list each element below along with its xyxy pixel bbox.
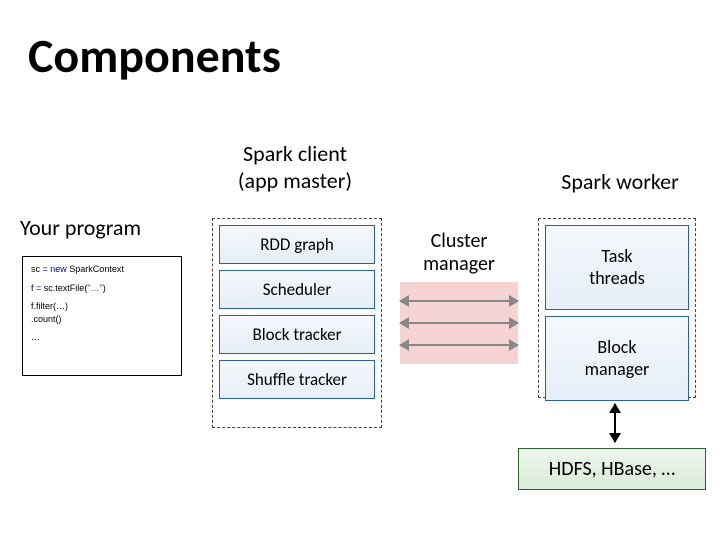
code-line-1: sc = new SparkContext [31,263,173,276]
box-storage: HDFS, HBase, … [518,448,706,490]
slide-title: Components [28,26,281,85]
box-block-tracker: Block tracker [219,315,375,354]
arrow-cluster-1 [400,300,518,302]
code-sample-box: sc = new SparkContext f = sc.textFile("…… [22,256,182,376]
label-spark-client: Spark client(app master) [210,140,380,194]
code-line-4: .count() [31,313,173,326]
arrow-cluster-2 [400,322,518,324]
box-rdd-graph: RDD graph [219,225,375,264]
box-scheduler: Scheduler [219,270,375,309]
code-line-5: … [31,331,173,344]
label-spark-worker: Spark worker [540,168,700,195]
label-cluster-manager: Clustermanager [400,230,518,276]
box-task-threads: Taskthreads [545,225,689,310]
spark-client-container: RDD graph Scheduler Block tracker Shuffl… [212,218,382,428]
spark-worker-container: Taskthreads Blockmanager [538,218,696,398]
code-line-3: f.filter(…) [31,300,173,313]
code-line-2: f = sc.textFile("…") [31,282,173,295]
arrow-cluster-3 [400,344,518,346]
box-block-manager: Blockmanager [545,316,689,401]
label-your-program: Your program [20,214,190,241]
arrow-worker-storage [614,404,616,442]
box-shuffle-tracker: Shuffle tracker [219,360,375,399]
